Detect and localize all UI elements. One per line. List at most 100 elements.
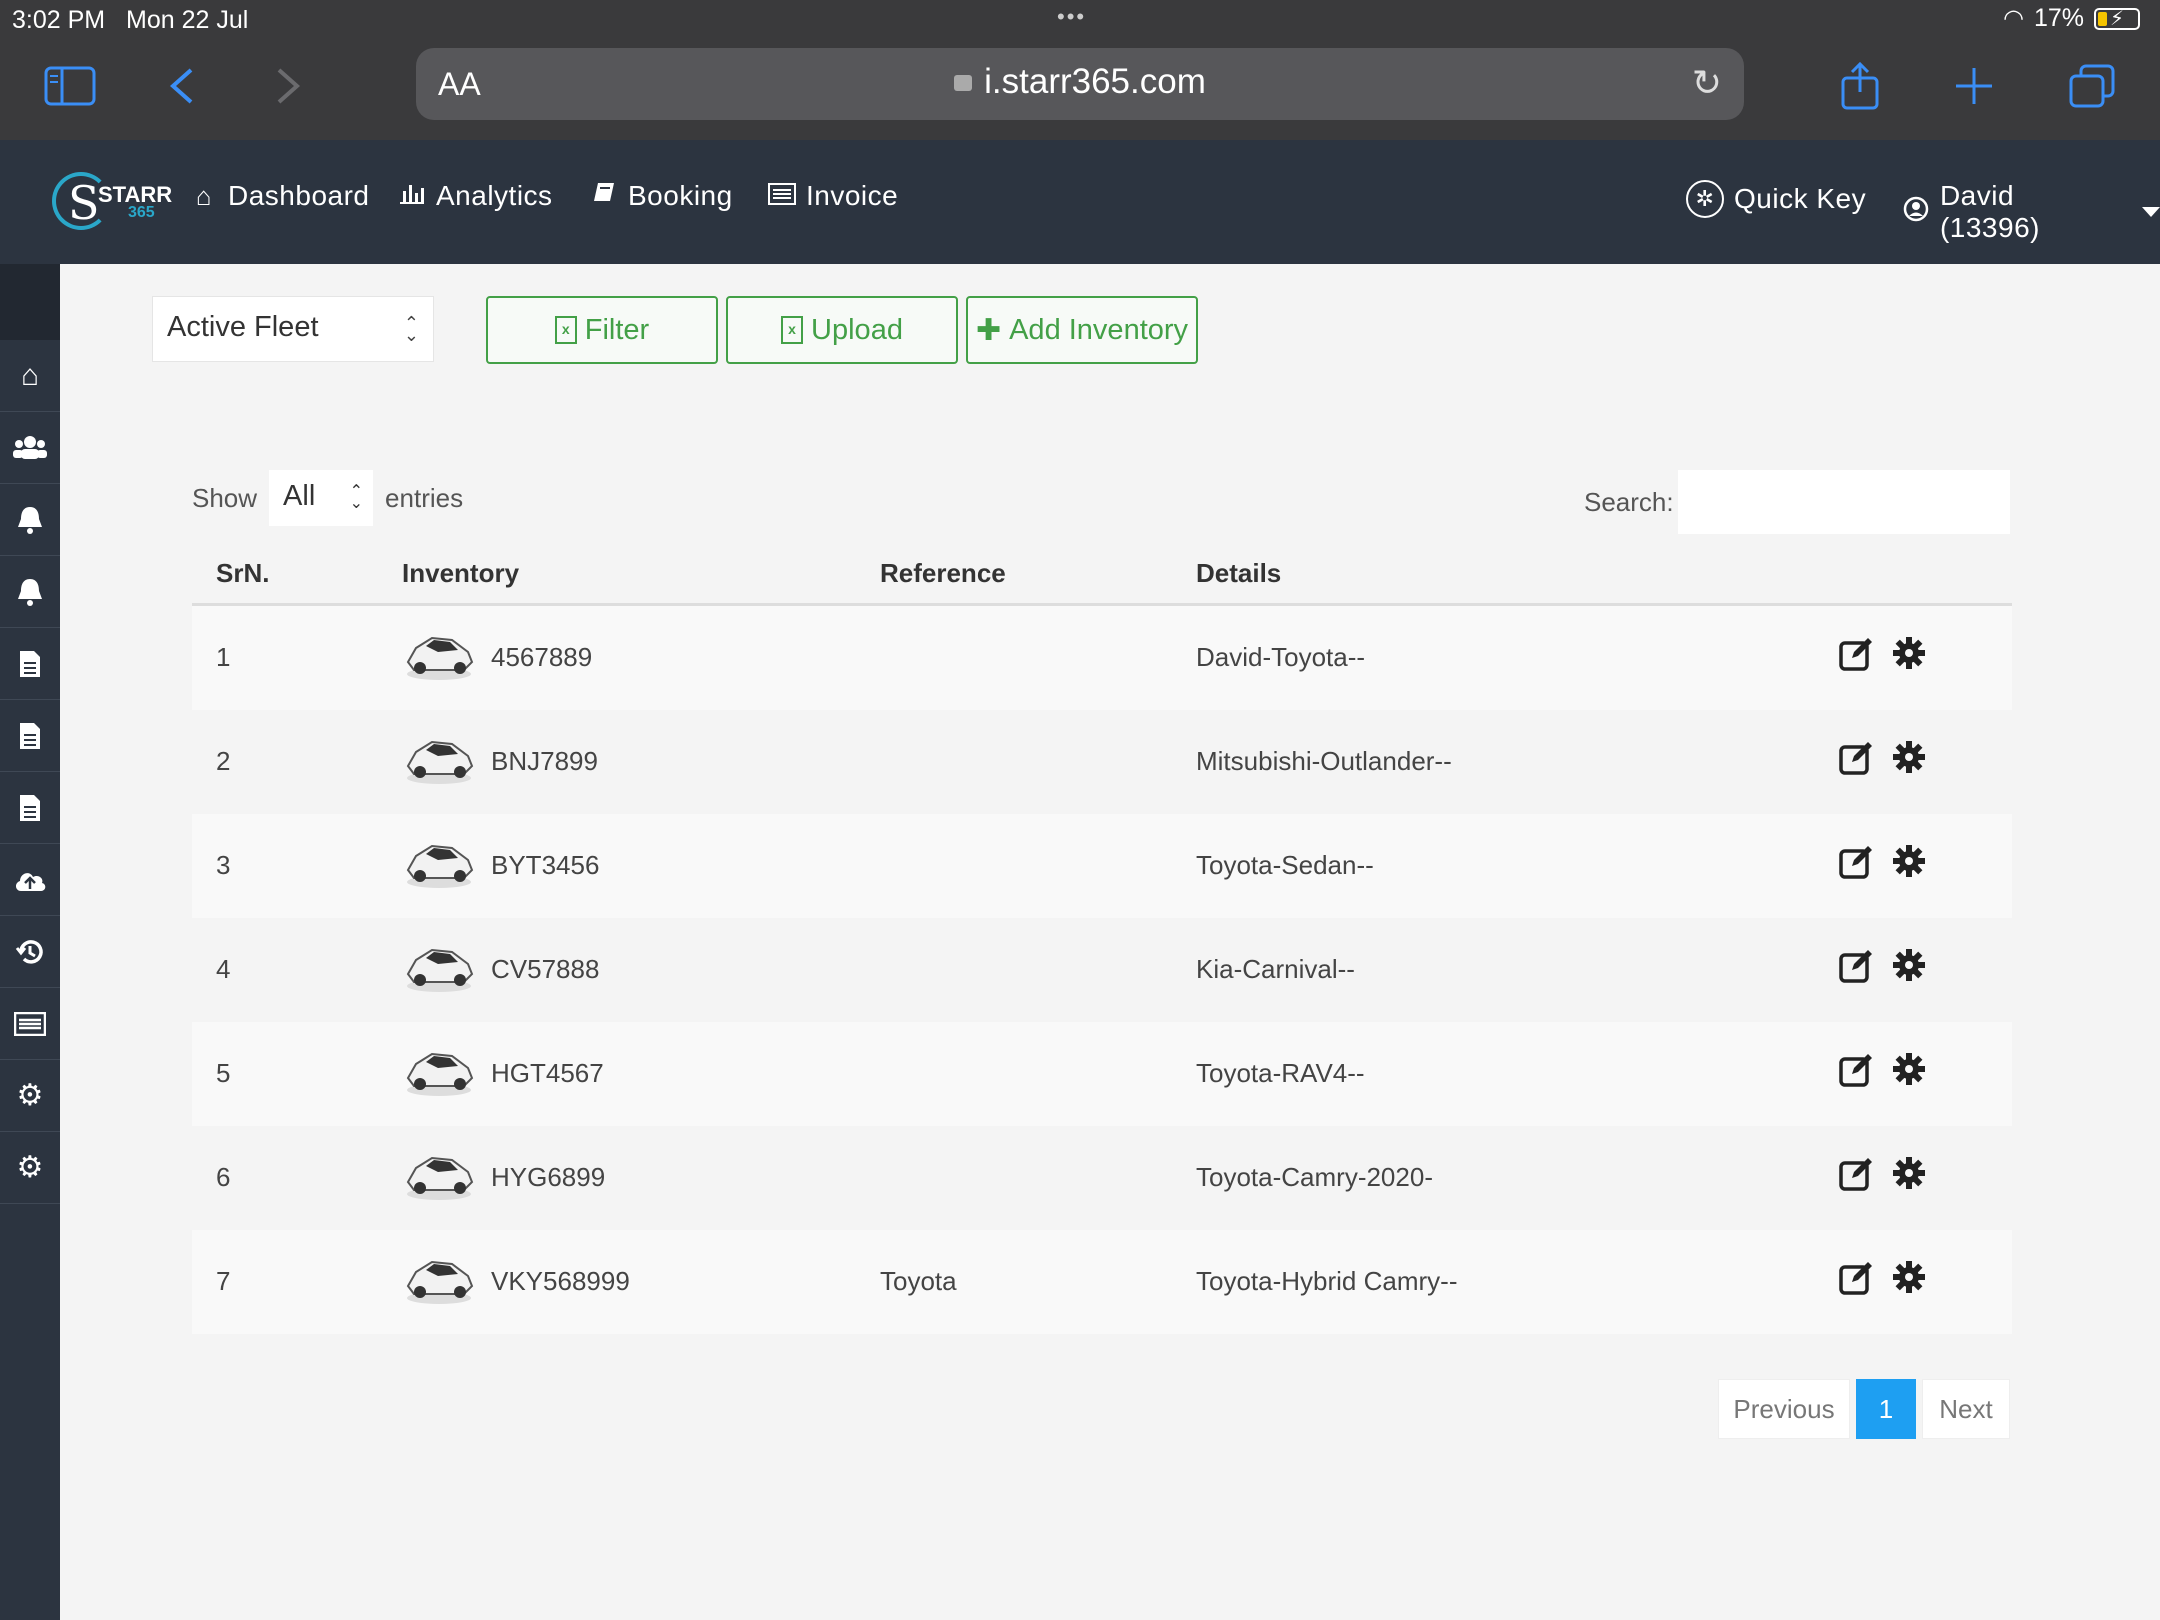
wifi-icon: ◠ [2003, 5, 2024, 32]
header-srn[interactable]: SrN. [216, 558, 269, 589]
upload-button[interactable]: x Upload [726, 296, 958, 364]
edit-icon[interactable] [1838, 948, 1874, 993]
sidebar-users-icon[interactable] [0, 412, 60, 484]
nav-analytics[interactable]: Analytics [398, 180, 553, 212]
row-details: Toyota-Sedan-- [1196, 850, 1374, 880]
gear-icon[interactable] [1892, 740, 1926, 783]
nav-booking[interactable]: Booking [590, 180, 733, 212]
fleet-select-value: Active Fleet [167, 311, 319, 343]
sidebar-gear-icon[interactable]: ⚙ [0, 1132, 60, 1204]
quick-key-label: Quick Key [1734, 183, 1867, 214]
show-entries: Show All ⌃ ⌄ entries [192, 470, 463, 526]
header-inventory[interactable]: Inventory [402, 558, 519, 589]
reload-icon[interactable]: ↻ [1692, 62, 1722, 104]
forward-icon[interactable] [260, 58, 316, 114]
quick-key-button[interactable]: ✲ Quick Key [1686, 180, 1866, 218]
gear-icon[interactable] [1892, 948, 1926, 991]
row-details: Mitsubishi-Outlander-- [1196, 746, 1452, 776]
address-bar[interactable]: AA i.starr365.com ↻ [416, 48, 1744, 120]
row-inventory[interactable]: VKY568999 [491, 1266, 630, 1297]
status-date: Mon 22 Jul [126, 6, 249, 34]
row-srn: 5 [216, 1058, 231, 1088]
share-icon[interactable] [1832, 58, 1888, 114]
table-search: Search: [1584, 470, 2010, 534]
row-srn: 7 [216, 1266, 231, 1296]
sidebar-toggle-icon[interactable] [42, 58, 98, 114]
main-content: Active Fleet ⌃ ⌄ x Filter x Upload ✚ Add … [60, 264, 2160, 1620]
edit-icon[interactable] [1838, 1156, 1874, 1201]
table-row: 3 BYT3456 Toyota-Sedan-- [192, 814, 2012, 918]
filter-label: Filter [584, 313, 650, 346]
edit-icon[interactable] [1838, 636, 1874, 681]
table-row: 6 HYG6899 Toyota-Camry-2020- [192, 1126, 2012, 1230]
multitask-dots-icon[interactable]: ••• [1057, 4, 1086, 30]
edit-icon[interactable] [1838, 740, 1874, 785]
next-button[interactable]: Next [1922, 1379, 2010, 1439]
sidebar-history-icon[interactable] [0, 916, 60, 988]
excel-file-icon: x [781, 316, 804, 344]
row-inventory[interactable]: HGT4567 [491, 1058, 604, 1089]
row-inventory[interactable]: HYG6899 [491, 1162, 605, 1193]
row-inventory[interactable]: CV57888 [491, 954, 599, 985]
add-inventory-button[interactable]: ✚ Add Inventory [966, 296, 1198, 364]
select-arrows-icon: ⌃ ⌄ [349, 483, 364, 512]
row-inventory[interactable]: BNJ7899 [491, 746, 598, 777]
status-right: ◠ 17% ⚡ [2003, 4, 2140, 33]
gear-icon[interactable] [1892, 636, 1926, 679]
sidebar-gear-icon[interactable]: ⚙ [0, 1060, 60, 1132]
previous-button[interactable]: Previous [1718, 1379, 1850, 1439]
gear-icon[interactable] [1892, 1052, 1926, 1095]
show-label: Show [192, 482, 258, 513]
starr365-logo[interactable]: S STARR 365 [48, 164, 172, 236]
gear-icon[interactable] [1892, 1156, 1926, 1199]
nav-invoice[interactable]: Invoice [768, 180, 898, 212]
user-icon [1902, 196, 1930, 229]
filter-button[interactable]: x Filter [486, 296, 718, 364]
sidebar-document-icon[interactable] [0, 700, 60, 772]
edit-icon[interactable] [1838, 1260, 1874, 1305]
sidebar-home-icon[interactable]: ⌂ [0, 340, 60, 412]
edit-icon[interactable] [1838, 1052, 1874, 1097]
table-row: 5 HGT4567 Toyota-RAV4-- [192, 1022, 2012, 1126]
inventory-table: SrN. Inventory Reference Details 1 45678… [192, 544, 2012, 1334]
header-reference[interactable]: Reference [880, 558, 1006, 589]
lock-icon [954, 75, 973, 91]
tabs-overview-icon[interactable] [2064, 58, 2120, 114]
sidebar-document-icon[interactable] [0, 628, 60, 700]
user-menu[interactable]: David (13396) [1902, 180, 2160, 244]
header-details[interactable]: Details [1196, 558, 1281, 589]
row-details: Toyota-Hybrid Camry-- [1196, 1266, 1458, 1296]
left-sidebar: ⌂ ⚙ ⚙ [0, 264, 60, 1620]
gear-icon[interactable] [1892, 1260, 1926, 1303]
battery-icon: ⚡ [2094, 7, 2140, 30]
row-details: Toyota-RAV4-- [1196, 1058, 1365, 1088]
row-inventory[interactable]: BYT3456 [491, 850, 599, 881]
nav-dashboard[interactable]: ⌂ Dashboard [190, 180, 369, 212]
car-icon [402, 836, 476, 892]
sidebar-bell-icon[interactable] [0, 484, 60, 556]
nav-dashboard-label: Dashboard [228, 180, 370, 211]
edit-icon[interactable] [1838, 844, 1874, 889]
table-row: 7 VKY568999 Toyota Toyota-Hybrid Camry-- [192, 1230, 2012, 1334]
gear-icon[interactable] [1892, 844, 1926, 887]
sidebar-document-icon[interactable] [0, 772, 60, 844]
table-header: SrN. Inventory Reference Details [192, 544, 2012, 606]
new-tab-icon[interactable] [1946, 58, 2002, 114]
page-1-button[interactable]: 1 [1856, 1379, 1916, 1439]
car-icon [402, 1148, 476, 1204]
row-inventory[interactable]: 4567889 [491, 642, 592, 673]
row-details: Kia-Carnival-- [1196, 954, 1355, 984]
sidebar-cloud-upload-icon[interactable] [0, 844, 60, 916]
search-input[interactable] [1677, 470, 2010, 534]
nav-invoice-label: Invoice [806, 180, 899, 211]
entries-select[interactable]: All ⌃ ⌄ [269, 470, 374, 526]
list-icon [768, 181, 796, 212]
fleet-select[interactable]: Active Fleet ⌃ ⌄ [152, 296, 434, 362]
sidebar-list-icon[interactable] [0, 988, 60, 1060]
row-srn: 6 [216, 1162, 231, 1192]
sidebar-bell-icon[interactable] [0, 556, 60, 628]
row-srn: 4 [216, 954, 231, 984]
row-srn: 2 [216, 746, 231, 776]
table-row: 4 CV57888 Kia-Carnival-- [192, 918, 2012, 1022]
back-icon[interactable] [154, 58, 210, 114]
